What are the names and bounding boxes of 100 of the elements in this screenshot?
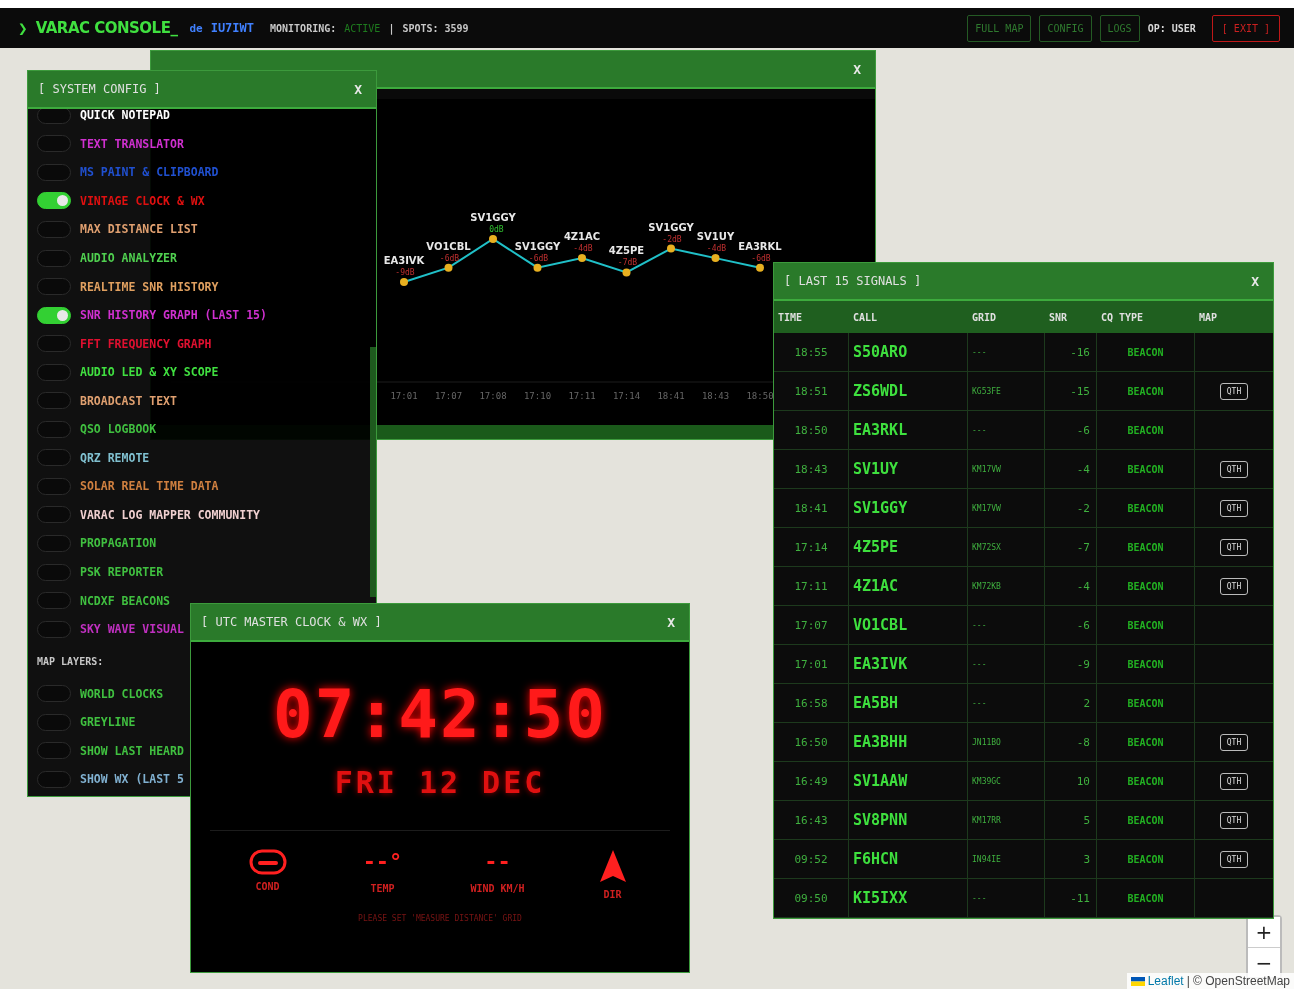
weather-label: DIR [603, 889, 622, 900]
snr-cell: -4 [1045, 450, 1097, 489]
data-point [622, 268, 631, 277]
toggle-switch[interactable] [37, 742, 71, 760]
prompt-symbol: ❯ [18, 18, 28, 38]
callsign-cell: KI5IXX [849, 879, 968, 918]
grid-cell: JN11BO [968, 723, 1045, 762]
toggle-switch[interactable] [37, 592, 71, 610]
leaflet-link[interactable]: Leaflet [1147, 974, 1184, 988]
close-button[interactable]: X [663, 612, 679, 632]
close-button[interactable]: X [849, 59, 865, 79]
toggle-switch[interactable] [37, 770, 71, 788]
value-label: -6 [751, 253, 761, 263]
app-title: VARAC CONSOLE_ [35, 19, 178, 37]
module-label: VINTAGE CLOCK & WX [80, 193, 205, 208]
axis-tick-label: 17:07 [434, 391, 463, 401]
layer-label: SHOW LAST HEARD [80, 743, 184, 758]
time-cell: 18:51 [774, 372, 849, 411]
cq-type-cell: BEACON [1097, 723, 1195, 762]
qth-button[interactable]: QTH [1219, 538, 1249, 556]
toggle-switch[interactable] [37, 363, 71, 381]
callsign-label: EA3IVK [383, 255, 425, 266]
callsign-label: SV1UY [696, 231, 735, 243]
cq-type-cell: BEACON [1097, 333, 1195, 372]
toggle-switch[interactable] [37, 163, 71, 181]
qth-button[interactable]: QTH [1219, 382, 1249, 400]
qth-button[interactable]: QTH [1219, 460, 1249, 478]
toggle-switch[interactable] [37, 249, 71, 267]
qth-button[interactable]: QTH [1219, 850, 1249, 868]
callsign-cell: 4Z1AC [849, 567, 968, 606]
toggle-switch[interactable] [37, 563, 71, 581]
toggle-switch[interactable] [37, 449, 71, 467]
unit-label: dB [761, 253, 771, 263]
callsign-cell: EA3RKL [849, 411, 968, 450]
toggle-switch[interactable] [37, 534, 71, 552]
close-button[interactable]: X [350, 79, 366, 99]
module-label: QUICK NOTEPAD [80, 109, 170, 123]
callsign-cell: SV1AAW [849, 762, 968, 801]
operator-callsign: IU7IWT [210, 21, 254, 35]
axis-tick-label: 18:43 [701, 391, 730, 401]
close-button[interactable]: X [1247, 271, 1263, 291]
toggle-switch[interactable] [37, 135, 71, 153]
unit-label: dB [449, 253, 460, 263]
module-label: REALTIME SNR HISTORY [80, 279, 219, 294]
snr-cell: -9 [1045, 645, 1097, 684]
value-label: -6 [439, 253, 450, 263]
toggle-switch[interactable] [37, 506, 71, 524]
module-label: QSO LOGBOOK [80, 422, 157, 437]
unit-label: dB [672, 234, 682, 244]
value-label: -2 [662, 234, 672, 244]
toggle-switch[interactable] [37, 713, 71, 731]
callsign-cell: SV1GGY [849, 489, 968, 528]
column-header: SNR [1045, 301, 1097, 333]
monitoring-label: MONITORING: [270, 22, 337, 34]
qth-button[interactable]: QTH [1219, 577, 1249, 595]
callsign-cell: S50ARO [849, 333, 968, 372]
toggle-switch[interactable] [37, 392, 71, 410]
toggle-switch[interactable] [37, 192, 71, 210]
toggle-switch[interactable] [37, 278, 71, 296]
cq-type-cell: BEACON [1097, 684, 1195, 723]
cq-type-cell: BEACON [1097, 411, 1195, 450]
toggle-switch[interactable] [37, 685, 71, 703]
grid-cell: --- [968, 411, 1045, 450]
data-point [444, 263, 453, 272]
grid-cell: --- [968, 333, 1045, 372]
toggle-switch[interactable] [37, 109, 71, 124]
module-label: FFT FREQUENCY GRAPH [80, 336, 212, 351]
qth-button[interactable]: QTH [1219, 733, 1249, 751]
toggle-switch[interactable] [37, 335, 71, 353]
module-label: PROPAGATION [80, 536, 157, 551]
qth-button[interactable]: QTH [1219, 811, 1249, 829]
exit-button[interactable]: [ EXIT ] [1211, 14, 1280, 42]
nav-button[interactable]: CONFIG [1039, 14, 1092, 42]
cq-type-cell: BEACON [1097, 372, 1195, 411]
nav-button[interactable]: FULL MAP [967, 14, 1032, 42]
snr-cell: 3 [1045, 840, 1097, 879]
toggle-switch[interactable] [37, 477, 71, 495]
cq-type-cell: BEACON [1097, 528, 1195, 567]
weather-label: WIND KM/H [470, 883, 525, 894]
toggle-switch[interactable] [37, 306, 71, 324]
snr-cell: -6 [1045, 606, 1097, 645]
window-title: [ SYSTEM CONFIG ] [38, 82, 161, 96]
toggle-switch[interactable] [37, 620, 71, 638]
arrow-icon [598, 849, 627, 883]
module-label: MAX DISTANCE LIST [80, 222, 198, 237]
notice-text: PLEASE SET 'MEASURE DISTANCE' GRID [358, 914, 522, 923]
qth-button[interactable]: QTH [1219, 772, 1249, 790]
nav-button[interactable]: LOGS [1099, 14, 1140, 42]
scrollbar[interactable] [370, 347, 376, 597]
callsign-label: SV1GGY [514, 240, 561, 252]
cq-type-cell: BEACON [1097, 840, 1195, 879]
unit-label: dB [405, 268, 415, 277]
time-cell: 09:52 [774, 840, 849, 879]
cq-type-cell: BEACON [1097, 450, 1195, 489]
qth-button[interactable]: QTH [1219, 499, 1249, 517]
toggle-switch[interactable] [37, 220, 71, 238]
value-label: -4 [706, 244, 717, 254]
module-label: AUDIO LED & XY SCOPE [80, 365, 219, 380]
snr-cell: -11 [1045, 879, 1097, 918]
toggle-switch[interactable] [37, 420, 71, 438]
